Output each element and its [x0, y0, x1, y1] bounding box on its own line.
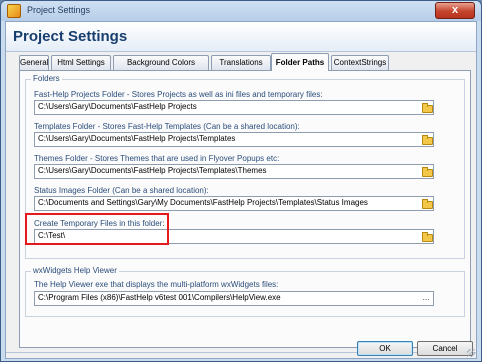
- project-settings-window: Project Settings x Project Settings Gene…: [0, 0, 482, 362]
- folders-group-title: Folders: [31, 74, 62, 83]
- highlight-box: [25, 213, 169, 245]
- tab-background-colors[interactable]: Background Colors: [113, 55, 209, 70]
- folder-icon[interactable]: [421, 102, 433, 113]
- wx-help-viewer-group: wxWidgets Help Viewer The Help Viewer ex…: [25, 266, 465, 317]
- folder-icon[interactable]: [421, 166, 433, 177]
- close-button[interactable]: x: [435, 2, 475, 19]
- tab-folder-paths[interactable]: Folder Paths: [271, 53, 329, 71]
- page-title: Project Settings: [13, 28, 128, 45]
- cancel-button[interactable]: Cancel: [417, 341, 473, 356]
- projects-folder-label: Fast-Help Projects Folder - Stores Proje…: [34, 90, 323, 99]
- themes-folder-field[interactable]: C:\Users\Gary\Documents\FastHelp Project…: [34, 164, 434, 179]
- tab-context-strings[interactable]: ContextStrings: [331, 55, 389, 70]
- dialog-client-area: Project Settings General Html Settings B…: [5, 21, 477, 359]
- help-viewer-value: C:\Program Files (x86)\FastHelp v6test 0…: [38, 293, 281, 302]
- templates-folder-label: Templates Folder - Stores Fast-Help Temp…: [34, 122, 300, 131]
- resize-grip[interactable]: [467, 349, 475, 357]
- folder-paths-panel: Folders Fast-Help Projects Folder - Stor…: [19, 70, 471, 348]
- folder-icon[interactable]: [421, 198, 433, 209]
- help-viewer-label: The Help Viewer exe that displays the mu…: [34, 280, 279, 289]
- folder-icon[interactable]: [421, 231, 433, 242]
- ok-button[interactable]: OK: [357, 341, 413, 356]
- projects-folder-field[interactable]: C:\Users\Gary\Documents\FastHelp Project…: [34, 100, 434, 115]
- title-bar: Project Settings x: [1, 1, 481, 21]
- tab-html-settings[interactable]: Html Settings: [51, 55, 111, 70]
- themes-folder-value: C:\Users\Gary\Documents\FastHelp Project…: [38, 166, 267, 175]
- templates-folder-value: C:\Users\Gary\Documents\FastHelp Project…: [38, 134, 236, 143]
- status-images-folder-label: Status Images Folder (Can be a shared lo…: [34, 186, 209, 195]
- status-images-folder-field[interactable]: C:\Documents and Settings\Gary\My Docume…: [34, 196, 434, 211]
- templates-folder-field[interactable]: C:\Users\Gary\Documents\FastHelp Project…: [34, 132, 434, 147]
- themes-folder-label: Themes Folder - Stores Themes that are u…: [34, 154, 280, 163]
- dialog-header: Project Settings: [6, 22, 476, 52]
- tab-general[interactable]: General: [19, 55, 49, 70]
- tab-translations[interactable]: Translations: [211, 55, 271, 70]
- window-title: Project Settings: [27, 5, 91, 15]
- wx-group-title: wxWidgets Help Viewer: [31, 266, 119, 275]
- projects-folder-value: C:\Users\Gary\Documents\FastHelp Project…: [38, 102, 197, 111]
- help-viewer-field[interactable]: C:\Program Files (x86)\FastHelp v6test 0…: [34, 291, 434, 306]
- browse-button[interactable]: ...: [420, 292, 432, 305]
- status-images-folder-value: C:\Documents and Settings\Gary\My Docume…: [38, 198, 368, 207]
- app-icon: [7, 4, 21, 18]
- folder-icon[interactable]: [421, 134, 433, 145]
